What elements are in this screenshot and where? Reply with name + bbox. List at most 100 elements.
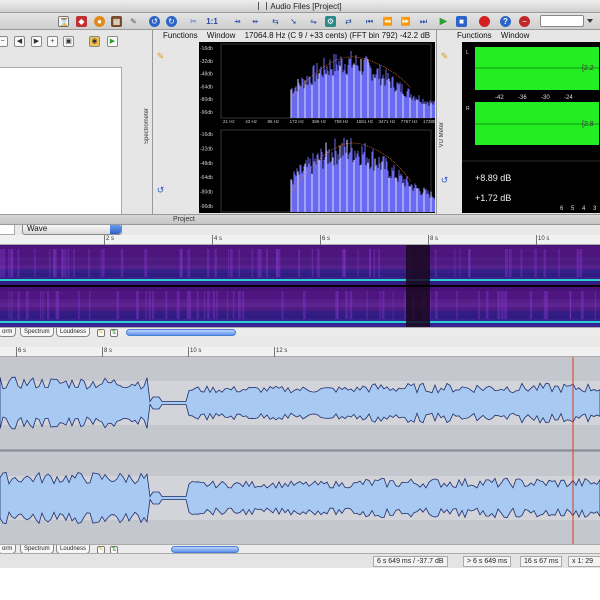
mix-icon[interactable]: ⇄ (343, 16, 354, 27)
spectrogram-scroll-thumb[interactable] (126, 329, 236, 336)
forward-icon[interactable]: ▶ (31, 36, 42, 47)
burn-icon[interactable]: ◉ (89, 36, 100, 47)
spectrometer-readout: 17064.8 Hz (C 9 / +33 cents) (FFT bin 79… (244, 31, 431, 40)
spectrogram-transient (212, 291, 216, 319)
db-tick-label: -80db (200, 190, 213, 196)
file-list[interactable] (0, 67, 122, 215)
zoom-out-icon[interactable]: ⇷ (250, 16, 261, 27)
spectrometer-header: Functions Window 17064.8 Hz (C 9 / +33 c… (163, 30, 437, 41)
spectrogram-transient (230, 249, 233, 277)
vu-bottom-scale-label: 5 (571, 206, 575, 212)
spectrogram-transient (366, 291, 368, 319)
spectrogram-transient (88, 249, 90, 277)
arrow-icon[interactable]: ➘ (288, 16, 299, 27)
vu-reset-icon[interactable]: ↺ (440, 176, 449, 185)
project-tab[interactable]: Project (0, 214, 600, 225)
ruler-tick (104, 235, 105, 245)
freq-tick-label: 43 Hz (245, 119, 258, 124)
gem-icon[interactable]: ◆ (76, 16, 87, 27)
spectrogram-transient (228, 249, 230, 277)
spectrometer-menu-functions[interactable]: Functions (163, 31, 198, 40)
db-tick-label: -64db (200, 84, 213, 90)
spectrogram-transient (180, 249, 183, 277)
colors-icon[interactable]: ▦ (111, 16, 122, 27)
spectrogram-band (0, 287, 600, 291)
tab-split-icon[interactable]: ⇅ (110, 329, 118, 337)
freq-tick-label: 21 Hz (223, 119, 236, 124)
hourglass-icon[interactable]: ⌛ (58, 16, 69, 27)
spectrogram-transient (349, 291, 353, 319)
tab-waveform[interactable]: orm (0, 328, 17, 337)
spectrogram-graph (0, 245, 600, 327)
zoom-in-icon[interactable]: ⇸ (232, 16, 243, 27)
scissors-icon[interactable]: ✂ (188, 16, 199, 27)
waveform-scroll-thumb[interactable] (171, 546, 239, 553)
fit-icon[interactable]: ⇆ (270, 16, 281, 27)
spectrogram-transient (120, 249, 124, 277)
ruler-tick (428, 235, 429, 245)
skip-end-icon[interactable]: ⏭ (418, 16, 429, 27)
waveform-view[interactable] (0, 357, 600, 544)
vu-bottom-scale-label: 3 (593, 206, 597, 212)
record-icon[interactable] (479, 16, 490, 27)
vu-menu-window[interactable]: Window (501, 31, 529, 40)
spectrometer-menu-window[interactable]: Window (207, 31, 235, 40)
spectrogram-time-ruler[interactable]: 2 s 4 s 6 s 8 s 10 s (0, 235, 600, 245)
ratio-button[interactable]: 1:1 (204, 16, 220, 27)
add-icon[interactable]: + (47, 36, 58, 47)
spectrometer-side-title: Spectrometer (144, 108, 150, 145)
spectrogram-transient (257, 249, 260, 277)
ruler-label: 12 s (276, 348, 288, 354)
ruler-tick (102, 347, 103, 357)
reset-icon[interactable]: ↺ (156, 186, 165, 195)
vu-channel-right: R (466, 106, 470, 112)
vu-menu-functions[interactable]: Functions (457, 31, 492, 40)
redo-icon[interactable]: ↻ (166, 16, 177, 27)
ruler-label: 10 s (538, 236, 550, 242)
pencil-icon[interactable]: ✎ (128, 16, 139, 27)
spectrogram-transient (504, 291, 508, 319)
spectrogram-transient (456, 291, 458, 319)
spectrogram-transient (343, 249, 346, 277)
spectrogram-transient (237, 291, 241, 319)
preview-play-icon[interactable]: ▶ (107, 36, 118, 47)
help-icon[interactable]: ? (500, 16, 511, 27)
back-icon[interactable]: ◀ (14, 36, 25, 47)
spectrogram-transient (529, 291, 533, 319)
vu-wrench-icon[interactable]: ✎ (440, 52, 449, 61)
vu-header: Functions Window (457, 30, 536, 41)
stop-icon[interactable]: ■ (456, 16, 467, 27)
undo-icon[interactable]: ↺ (149, 16, 160, 27)
tab-loudness[interactable]: Loudness (56, 328, 91, 337)
spectrogram-transient (259, 249, 262, 277)
spectrogram-transient (316, 249, 320, 277)
wrench-icon[interactable]: ✎ (156, 52, 165, 61)
spectrogram-transient (216, 291, 218, 319)
tab-wrench-icon[interactable]: ✎ (97, 329, 105, 337)
vu-graph: L R [2.2 [2.8 -42 -36 -30 -24 +8.89 dB +1.72 dB 6 5… (462, 47, 600, 212)
fast-forward-icon[interactable]: ⏩ (400, 16, 411, 27)
vu-level-right: +1.72 dB (475, 193, 511, 203)
spectrogram-view[interactable] (0, 245, 600, 327)
db-tick-label: -32db (200, 59, 213, 65)
rewind-icon[interactable]: ⏪ (382, 16, 393, 27)
gear-icon[interactable]: ⚙ (325, 16, 336, 27)
spectrogram-transient (64, 249, 67, 277)
freq-tick-label: 366 Hz (312, 119, 327, 124)
spectrogram-transient (137, 291, 139, 319)
remove-icon[interactable]: − (0, 36, 8, 47)
spectrogram-transient (303, 291, 306, 319)
tab-spectrum[interactable]: Spectrum (20, 328, 54, 337)
orange-dot-icon[interactable]: ● (94, 16, 105, 27)
freq-tick-label: 17380 Hz (423, 119, 435, 124)
spectrogram-transient (576, 249, 580, 277)
no-entry-icon[interactable]: − (519, 16, 530, 27)
spectrogram-transient (203, 291, 206, 319)
play-icon[interactable]: ▶ (438, 16, 449, 27)
grid-icon[interactable]: ▣ (63, 36, 74, 47)
skip-start-icon[interactable]: ⏮ (364, 16, 375, 27)
spectrogram-transient (434, 249, 437, 277)
waveform-time-ruler[interactable]: 6 s 8 s 10 s 12 s (0, 347, 600, 357)
split-icon[interactable]: ⇋ (308, 16, 319, 27)
toolbar-dropdown[interactable] (540, 15, 593, 27)
